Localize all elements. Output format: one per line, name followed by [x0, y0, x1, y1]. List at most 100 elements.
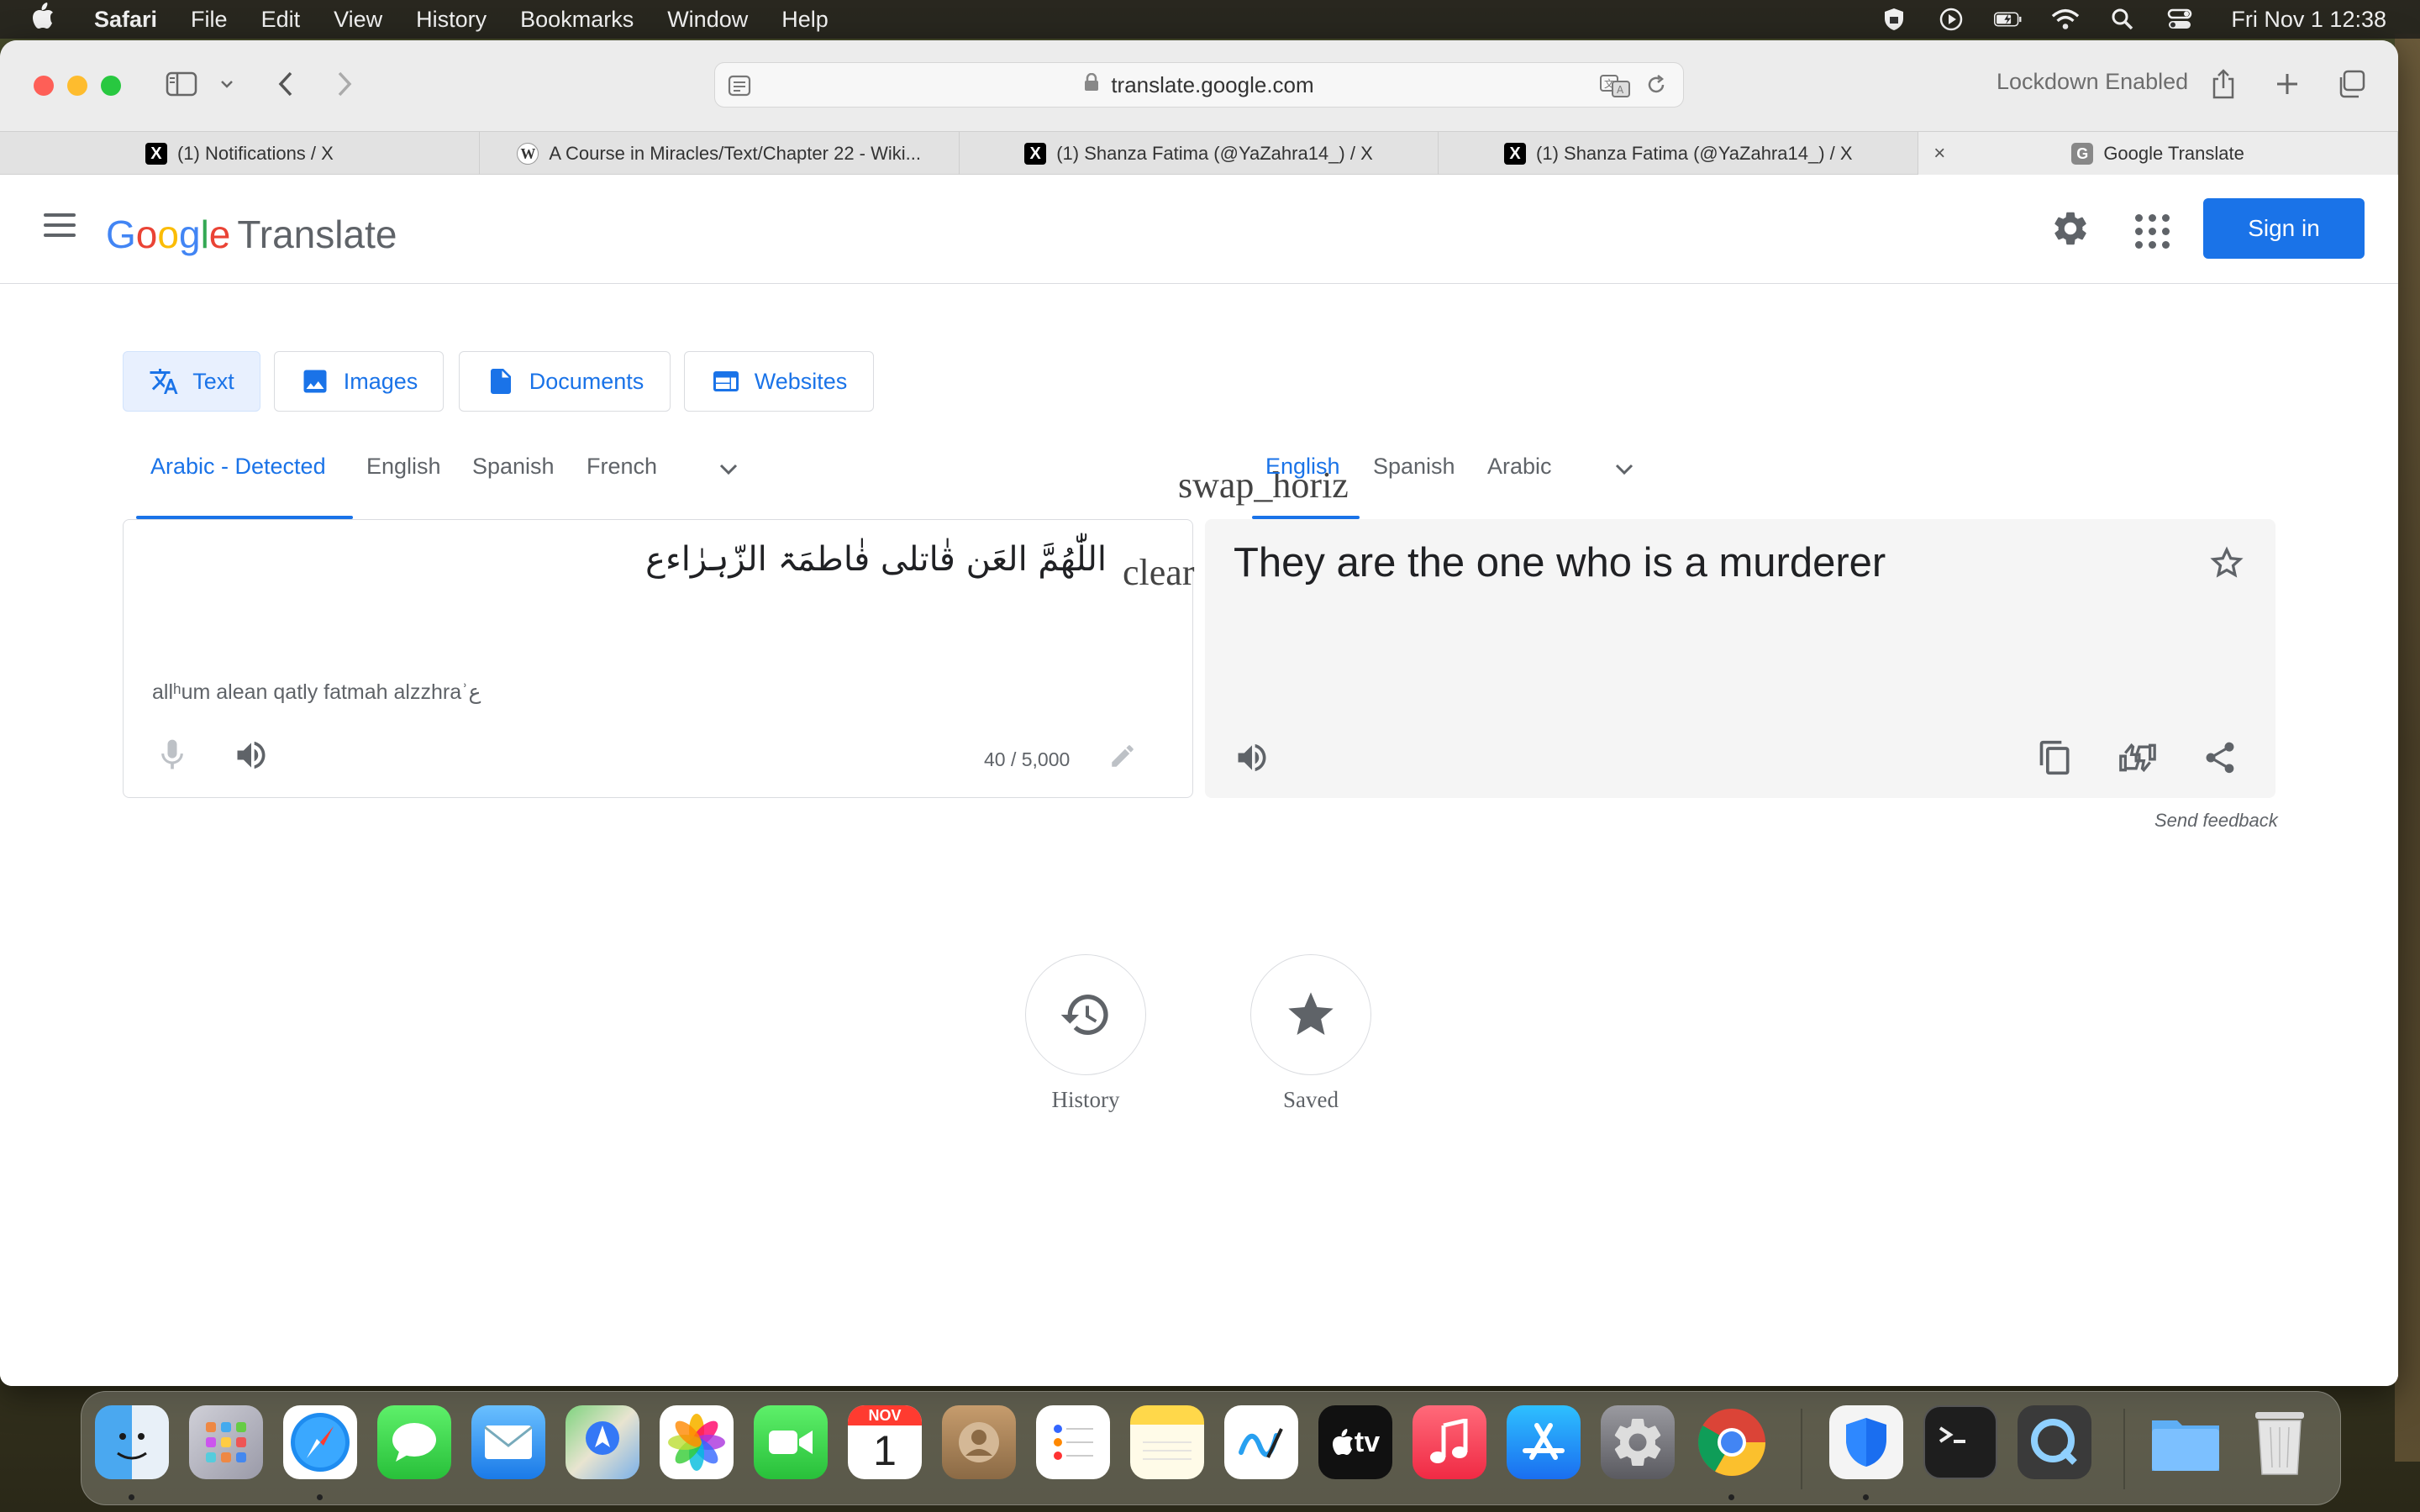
tab-notifications[interactable]: X (1) Notifications / X [0, 132, 480, 176]
images-mode-button[interactable]: Images [274, 351, 444, 412]
sign-in-button[interactable]: Sign in [2203, 198, 2365, 259]
reminders-icon[interactable] [1036, 1405, 1110, 1479]
transliteration-text: allʰum alean qatly fatmah alzzhraʾع [152, 680, 481, 704]
notes-icon[interactable] [1130, 1405, 1204, 1479]
close-tab-icon[interactable]: × [1933, 142, 1945, 165]
terminal-icon[interactable] [1923, 1405, 1997, 1479]
shield-status-icon[interactable] [1880, 8, 1908, 31]
copy-translation-icon[interactable] [2037, 739, 2074, 776]
send-feedback-link[interactable]: Send feedback [2154, 810, 2278, 832]
play-status-icon[interactable] [1937, 8, 1965, 31]
target-lang-english[interactable]: English [1265, 454, 1340, 484]
running-indicator [317, 1494, 323, 1500]
microphone-icon[interactable] [154, 737, 191, 774]
app-store-icon[interactable] [1507, 1405, 1581, 1479]
websites-mode-button[interactable]: Websites [684, 351, 874, 412]
menu-bar-clock[interactable]: Fri Nov 1 12:38 [2231, 7, 2386, 33]
menu-edit[interactable]: Edit [261, 7, 301, 33]
history-button[interactable] [1025, 954, 1146, 1075]
safari-icon[interactable] [283, 1405, 357, 1479]
source-lang-detected[interactable]: Arabic - Detected [150, 454, 326, 484]
url-text[interactable]: translate.google.com [1111, 72, 1313, 98]
page-menu-icon[interactable] [727, 73, 752, 104]
downloads-folder-icon[interactable] [2149, 1405, 2223, 1479]
back-icon[interactable] [269, 66, 302, 102]
finder-icon[interactable] [95, 1405, 169, 1479]
maps-icon[interactable] [566, 1405, 639, 1479]
launchpad-icon[interactable] [189, 1405, 263, 1479]
menu-bookmarks[interactable]: Bookmarks [520, 7, 634, 33]
source-lang-french[interactable]: French [587, 454, 657, 484]
browser-toolbar: translate.google.com 文A Lockdown Enabled [0, 40, 2398, 131]
battery-icon[interactable] [1994, 8, 2023, 31]
trash-icon[interactable] [2243, 1405, 2317, 1479]
share-translation-icon[interactable] [2202, 739, 2238, 776]
tab-overview-icon[interactable] [2333, 66, 2370, 102]
translation-listen-icon[interactable] [1234, 739, 1270, 776]
zoom-window-button[interactable] [101, 76, 121, 96]
control-center-icon[interactable] [2165, 8, 2194, 31]
close-window-button[interactable] [34, 76, 54, 96]
menu-window[interactable]: Window [667, 7, 748, 33]
chevron-down-icon[interactable] [217, 66, 237, 102]
menu-file[interactable]: File [191, 7, 228, 33]
system-settings-icon[interactable] [1601, 1405, 1675, 1479]
share-icon[interactable] [2207, 66, 2240, 102]
source-lang-spanish[interactable]: Spanish [472, 454, 555, 484]
tab-bar: X (1) Notifications / X W A Course in Mi… [0, 131, 2398, 176]
product-name: Translate [237, 213, 397, 256]
rate-translation-icon[interactable] [2118, 739, 2156, 776]
source-text[interactable]: اللّٰهُمَّ العَن قٰاتلی فٰاطمَۃ الزّہرٰا… [645, 540, 1107, 579]
facetime-icon[interactable] [754, 1405, 828, 1479]
music-icon[interactable] [1413, 1405, 1486, 1479]
chrome-icon[interactable] [1695, 1405, 1769, 1479]
translation-text[interactable]: They are the one who is a murderer [1234, 539, 1886, 586]
menu-view[interactable]: View [334, 7, 382, 33]
sidebar-toggle-icon[interactable] [163, 66, 200, 102]
menu-history[interactable]: History [416, 7, 487, 33]
address-bar[interactable]: translate.google.com 文A [714, 62, 1684, 108]
settings-gear-icon[interactable] [2050, 208, 2091, 249]
quicktime-icon[interactable] [2018, 1405, 2091, 1479]
target-lang-spanish[interactable]: Spanish [1373, 454, 1455, 484]
edit-pencil-icon[interactable] [1108, 742, 1139, 772]
source-lang-more-icon[interactable] [716, 457, 741, 482]
source-text-area[interactable]: اللّٰهُمَّ العَن قٰاتلی فٰاطمَۃ الزّہرٰا… [123, 519, 1193, 798]
dock: NOV 1 tv [81, 1391, 2341, 1505]
security-shield-app-icon[interactable] [1829, 1405, 1903, 1479]
translate-page-icon[interactable]: 文A [1599, 73, 1631, 104]
text-mode-button[interactable]: Text [123, 351, 260, 412]
contacts-icon[interactable] [942, 1405, 1016, 1479]
new-tab-icon[interactable] [2270, 66, 2304, 102]
tab-shanza-fatima-1[interactable]: X (1) Shanza Fatima (@YaZahra14_) / X [960, 132, 1439, 176]
saved-button[interactable] [1250, 954, 1371, 1075]
main-menu-icon[interactable] [44, 213, 76, 237]
menu-safari[interactable]: Safari [94, 7, 157, 33]
messages-icon[interactable] [377, 1405, 451, 1479]
apple-tv-icon[interactable]: tv [1318, 1405, 1392, 1479]
documents-mode-button[interactable]: Documents [459, 351, 671, 412]
tab-course-in-miracles[interactable]: W A Course in Miracles/Text/Chapter 22 -… [480, 132, 960, 176]
freeform-icon[interactable] [1224, 1405, 1298, 1479]
photos-icon[interactable] [660, 1405, 734, 1479]
tab-google-translate[interactable]: × G Google Translate [1918, 132, 2398, 176]
source-listen-icon[interactable] [233, 737, 270, 774]
tab-shanza-fatima-2[interactable]: X (1) Shanza Fatima (@YaZahra14_) / X [1439, 132, 1919, 176]
target-lang-more-icon[interactable] [1612, 457, 1637, 482]
menu-help[interactable]: Help [781, 7, 829, 33]
document-icon [490, 369, 511, 394]
google-translate-logo[interactable]: Google Translate [106, 215, 397, 254]
mail-icon[interactable] [471, 1405, 545, 1479]
target-lang-arabic[interactable]: Arabic [1487, 454, 1552, 484]
minimize-window-button[interactable] [67, 76, 87, 96]
save-translation-star-icon[interactable] [2208, 544, 2245, 581]
forward-icon[interactable] [328, 66, 361, 102]
google-apps-icon[interactable] [2131, 210, 2170, 249]
clear-source-button[interactable]: clear [1123, 551, 1194, 594]
wifi-icon[interactable] [2051, 8, 2080, 31]
reload-icon[interactable] [1644, 73, 1668, 104]
calendar-icon[interactable]: NOV 1 [848, 1405, 922, 1479]
spotlight-search-icon[interactable] [2108, 8, 2137, 31]
apple-menu-icon[interactable] [30, 3, 55, 36]
source-lang-english[interactable]: English [366, 454, 441, 484]
